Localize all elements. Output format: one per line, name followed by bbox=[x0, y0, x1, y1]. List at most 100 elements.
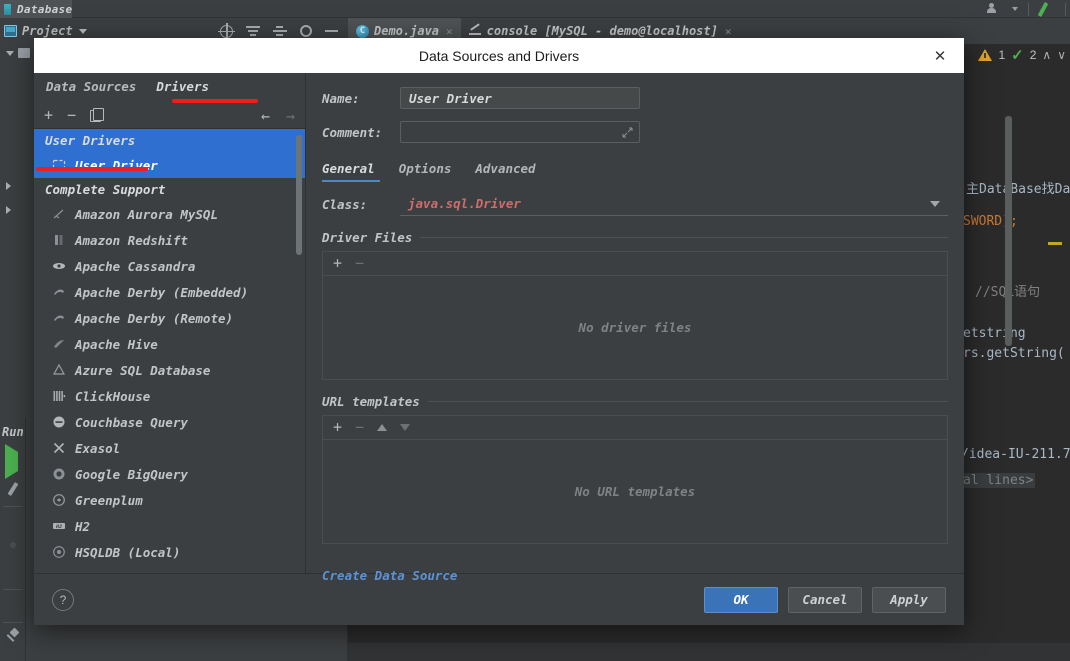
couchbase-icon bbox=[52, 415, 66, 429]
annotation-underline-drivers bbox=[172, 99, 258, 103]
play-icon[interactable] bbox=[5, 444, 22, 479]
top-right-toolbar[interactable] bbox=[987, 0, 1066, 18]
tab-advanced[interactable]: Advanced bbox=[475, 161, 535, 182]
expand-all-icon[interactable] bbox=[273, 25, 287, 37]
arrow-right-icon[interactable]: → bbox=[286, 107, 295, 125]
database-icon bbox=[4, 3, 13, 15]
chevron-up-icon[interactable]: ∧ bbox=[1042, 48, 1051, 62]
camera-icon[interactable] bbox=[5, 540, 22, 557]
list-item-label: Greenplum bbox=[75, 492, 143, 508]
stop-icon[interactable] bbox=[5, 513, 22, 530]
inspection-widget[interactable]: 1 ✓ 2 ∧ ∨ bbox=[978, 46, 1066, 64]
list-item-label: Couchbase Query bbox=[75, 414, 188, 430]
run-panel-title: Run bbox=[2, 425, 24, 439]
chevron-down-icon[interactable] bbox=[78, 28, 87, 34]
wrench-green-icon[interactable] bbox=[1039, 1, 1055, 17]
apply-button[interactable]: Apply bbox=[872, 586, 946, 613]
list-item-label: H2 bbox=[75, 518, 91, 534]
pin-icon[interactable] bbox=[5, 629, 22, 646]
chevron-down-icon[interactable] bbox=[1012, 7, 1018, 11]
list-item[interactable]: Apache Cassandra bbox=[34, 253, 305, 279]
list-item[interactable]: Amazon Aurora MySQL bbox=[34, 201, 305, 227]
gear-icon[interactable] bbox=[300, 25, 312, 37]
list-item[interactable]: Couchbase Query bbox=[34, 409, 305, 435]
tab-drivers[interactable]: Drivers bbox=[156, 79, 209, 97]
list-item[interactable]: Apache Hive bbox=[34, 331, 305, 357]
tab-label: Demo.java bbox=[374, 24, 440, 38]
expand-icon[interactable] bbox=[622, 127, 633, 138]
list-item[interactable]: Azure SQL Database bbox=[34, 357, 305, 383]
list-item[interactable]: Exasol bbox=[34, 435, 305, 461]
settings-tab-bar[interactable]: General Options Advanced bbox=[306, 155, 964, 182]
list-item[interactable]: Apache Derby (Embedded) bbox=[34, 279, 305, 305]
comment-input[interactable] bbox=[400, 121, 640, 143]
list-item[interactable]: HSQLDB (Local) bbox=[34, 539, 305, 565]
tab-data-sources[interactable]: Data Sources bbox=[46, 79, 136, 97]
name-input[interactable]: User Driver bbox=[400, 87, 640, 109]
close-icon[interactable]: ✕ bbox=[725, 25, 732, 38]
tab-options[interactable]: Options bbox=[399, 161, 452, 182]
minus-icon[interactable]: − bbox=[67, 108, 76, 123]
empty-message: No driver files bbox=[578, 320, 692, 335]
ok-button[interactable]: OK bbox=[704, 586, 778, 613]
arrow-left-icon[interactable]: ← bbox=[261, 107, 270, 125]
pane-tab-bar[interactable]: Data Sources Drivers bbox=[34, 73, 305, 103]
close-icon[interactable]: ✕ bbox=[930, 46, 950, 66]
tab-general[interactable]: General bbox=[322, 161, 375, 182]
redshift-icon bbox=[52, 233, 66, 247]
drivers-list[interactable]: User Drivers User Driver Complete Suppor… bbox=[34, 129, 305, 573]
grid-icon[interactable] bbox=[5, 596, 22, 613]
url-templates-section: URL templates + − No URL templates bbox=[322, 394, 948, 544]
drivers-list-scrollbar[interactable] bbox=[296, 135, 302, 255]
collapse-all-icon[interactable] bbox=[246, 25, 260, 37]
list-item[interactable]: Amazon Redshift bbox=[34, 227, 305, 253]
annotation-underline-user-driver bbox=[36, 167, 148, 171]
class-row: Class: java.sql.Driver bbox=[306, 182, 964, 216]
chevron-down-icon[interactable]: ∨ bbox=[1057, 48, 1066, 62]
list-item-label: ClickHouse bbox=[75, 388, 151, 404]
list-item[interactable]: Apache Derby (Remote) bbox=[34, 305, 305, 331]
drivers-pane: Data Sources Drivers + − ← → User Driver… bbox=[34, 73, 306, 573]
driver-files-toolbar[interactable]: + − bbox=[322, 251, 948, 275]
chevron-down-icon bbox=[6, 50, 14, 56]
close-icon[interactable]: ✕ bbox=[446, 25, 453, 38]
cancel-button[interactable]: Cancel bbox=[788, 586, 862, 613]
class-combobox[interactable]: java.sql.Driver bbox=[400, 192, 948, 216]
editor-scrollbar[interactable] bbox=[1005, 116, 1012, 346]
help-button[interactable]: ? bbox=[52, 588, 74, 611]
plus-icon[interactable]: + bbox=[333, 420, 342, 435]
drivers-toolbar[interactable]: + − ← → bbox=[34, 103, 305, 129]
project-tree-node[interactable] bbox=[6, 182, 11, 190]
url-templates-toolbar[interactable]: + − bbox=[322, 415, 948, 439]
database-tool-window-tab[interactable]: Database bbox=[0, 0, 73, 18]
project-tree-root[interactable] bbox=[6, 48, 30, 58]
project-tree-node[interactable] bbox=[6, 206, 11, 214]
list-item[interactable]: ClickHouse bbox=[34, 383, 305, 409]
person-icon[interactable] bbox=[987, 3, 1002, 15]
rail-divider bbox=[3, 622, 23, 623]
h2-icon: H2 bbox=[52, 519, 66, 533]
copy-icon[interactable] bbox=[90, 107, 105, 122]
chevron-down-icon[interactable] bbox=[930, 200, 940, 207]
hive-icon bbox=[52, 337, 66, 351]
minus-icon: − bbox=[355, 418, 365, 436]
list-item[interactable]: Google BigQuery bbox=[34, 461, 305, 487]
plus-icon[interactable]: + bbox=[44, 108, 53, 123]
plus-icon[interactable]: + bbox=[333, 256, 342, 271]
list-item[interactable]: Greenplum bbox=[34, 487, 305, 513]
driver-files-list[interactable]: No driver files bbox=[322, 275, 948, 380]
list-item-user-driver[interactable]: User Driver bbox=[34, 152, 305, 178]
list-item[interactable]: H2 H2 bbox=[34, 513, 305, 539]
greenplum-icon bbox=[52, 493, 66, 507]
locate-icon[interactable] bbox=[218, 22, 235, 40]
debug-icon[interactable] bbox=[5, 566, 22, 583]
minimize-icon[interactable] bbox=[325, 30, 338, 32]
warning-triangle-icon bbox=[978, 49, 993, 61]
driver-files-header: Driver Files bbox=[322, 230, 948, 245]
code-fragment: /idea-IU-211.7 bbox=[961, 447, 1070, 462]
url-templates-list[interactable]: No URL templates bbox=[322, 439, 948, 544]
wrench-icon[interactable] bbox=[5, 481, 22, 498]
arrow-down-icon bbox=[400, 424, 411, 431]
create-data-source-link[interactable]: Create Data Source bbox=[306, 558, 964, 583]
section-title: Driver Files bbox=[322, 230, 413, 245]
